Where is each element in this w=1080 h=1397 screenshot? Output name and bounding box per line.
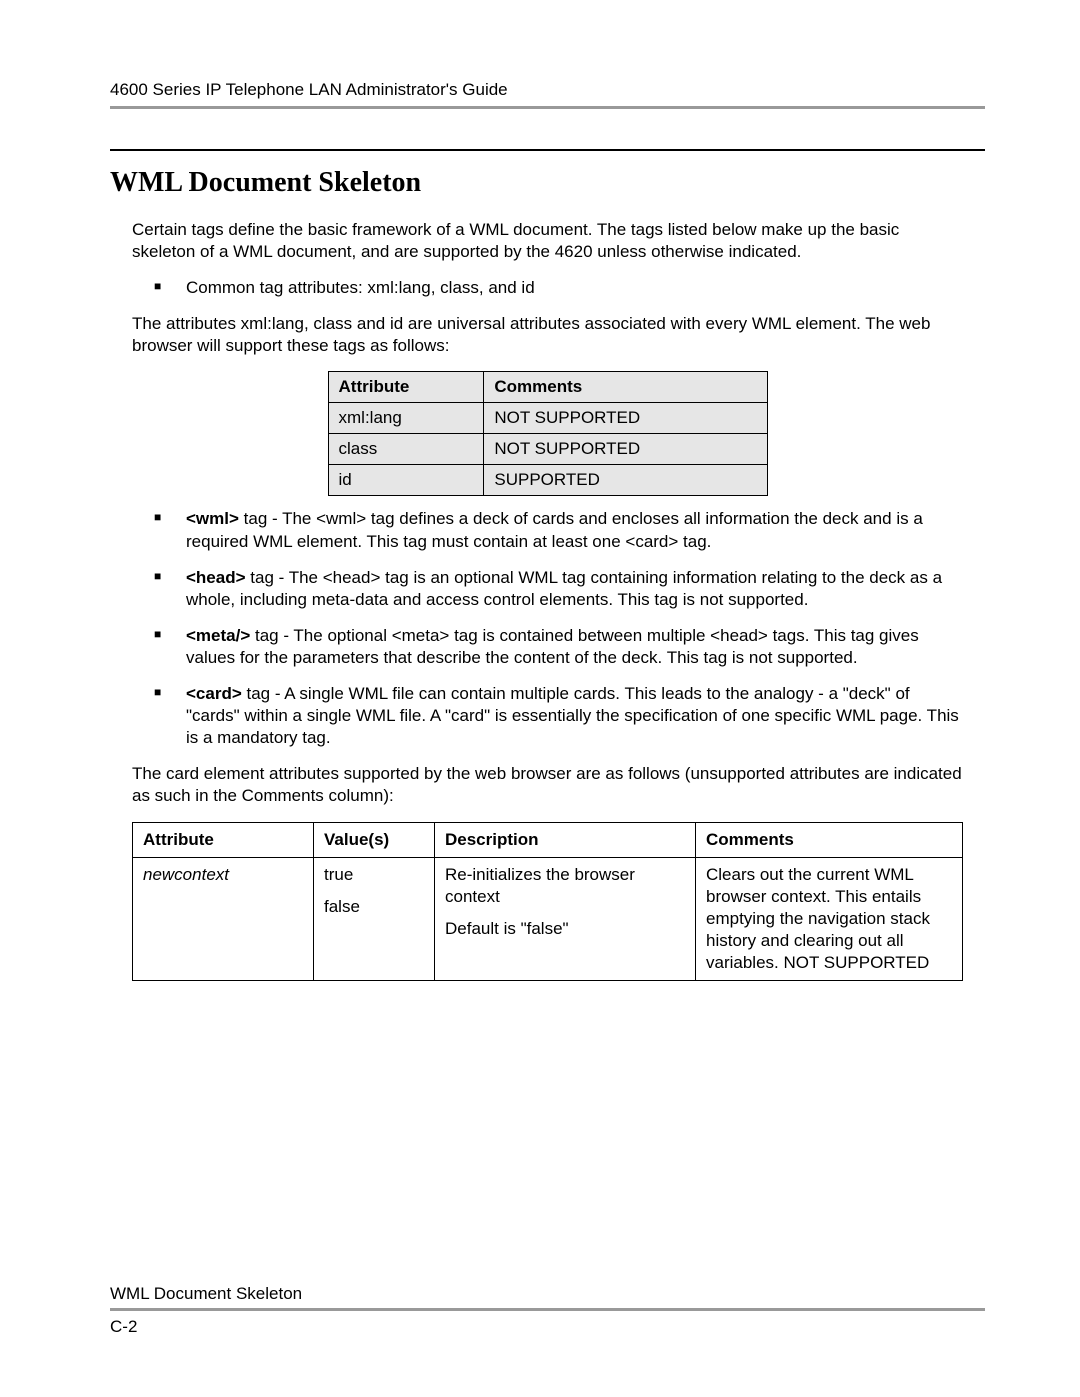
- list-item: <wml> tag - The <wml> tag defines a deck…: [132, 508, 963, 552]
- attr-cell: id: [328, 465, 484, 496]
- card-header-values: Value(s): [314, 822, 435, 857]
- tag-label: <head>: [186, 568, 246, 587]
- attr-cell: class: [328, 434, 484, 465]
- attr-cell: NOT SUPPORTED: [484, 434, 767, 465]
- tag-text: tag - The <head> tag is an optional WML …: [186, 568, 942, 609]
- card-header-description: Description: [435, 822, 696, 857]
- table-row: xml:lang NOT SUPPORTED: [328, 403, 767, 434]
- table-row: class NOT SUPPORTED: [328, 434, 767, 465]
- card-cell-values: true false: [314, 857, 435, 980]
- table-row: Attribute Value(s) Description Comments: [133, 822, 963, 857]
- attr-header-comments: Comments: [484, 372, 767, 403]
- list-item: <head> tag - The <head> tag is an option…: [132, 567, 963, 611]
- section-title: WML Document Skeleton: [110, 167, 985, 199]
- card-attributes-table: Attribute Value(s) Description Comments …: [132, 822, 963, 982]
- table-row: id SUPPORTED: [328, 465, 767, 496]
- attr-cell: SUPPORTED: [484, 465, 767, 496]
- card-header-attribute: Attribute: [133, 822, 314, 857]
- attr-cell: xml:lang: [328, 403, 484, 434]
- card-desc-2: Default is "false": [445, 918, 685, 940]
- bullet-list-common: Common tag attributes: xml:lang, class, …: [132, 277, 963, 299]
- footer-title: WML Document Skeleton: [110, 1284, 985, 1304]
- list-item: Common tag attributes: xml:lang, class, …: [132, 277, 963, 299]
- page: 4600 Series IP Telephone LAN Administrat…: [0, 0, 1080, 1397]
- table-row: Attribute Comments: [328, 372, 767, 403]
- page-header-title: 4600 Series IP Telephone LAN Administrat…: [110, 80, 985, 100]
- table-row: newcontext true false Re-initializes the…: [133, 857, 963, 980]
- card-intro-paragraph: The card element attributes supported by…: [132, 763, 963, 807]
- card-cell-description: Re-initializes the browser context Defau…: [435, 857, 696, 980]
- tag-text: tag - The <wml> tag defines a deck of ca…: [186, 509, 923, 550]
- card-desc-1: Re-initializes the browser context: [445, 864, 685, 908]
- attributes-table: Attribute Comments xml:lang NOT SUPPORTE…: [328, 371, 768, 496]
- card-cell-attribute: newcontext: [133, 857, 314, 980]
- attributes-paragraph: The attributes xml:lang, class and id ar…: [132, 313, 963, 357]
- tag-label: <meta/>: [186, 626, 250, 645]
- attr-header-attribute: Attribute: [328, 372, 484, 403]
- footer-page-number: C-2: [110, 1317, 985, 1337]
- list-item: <meta/> tag - The optional <meta> tag is…: [132, 625, 963, 669]
- attr-cell: NOT SUPPORTED: [484, 403, 767, 434]
- card-value-1: true: [324, 864, 424, 886]
- list-item: <card> tag - A single WML file can conta…: [132, 683, 963, 749]
- bullet-list-tags: <wml> tag - The <wml> tag defines a deck…: [132, 508, 963, 749]
- tag-label: <card>: [186, 684, 242, 703]
- card-cell-comments: Clears out the current WML browser conte…: [696, 857, 963, 980]
- footer-divider: [110, 1308, 985, 1311]
- card-value-2: false: [324, 896, 424, 918]
- tag-label: <wml>: [186, 509, 239, 528]
- section-divider: [110, 149, 985, 151]
- page-footer: WML Document Skeleton C-2: [110, 1284, 985, 1337]
- header-divider: [110, 106, 985, 109]
- tag-text: tag - A single WML file can contain mult…: [186, 684, 959, 747]
- intro-paragraph: Certain tags define the basic framework …: [132, 219, 963, 263]
- tag-text: tag - The optional <meta> tag is contain…: [186, 626, 919, 667]
- card-header-comments: Comments: [696, 822, 963, 857]
